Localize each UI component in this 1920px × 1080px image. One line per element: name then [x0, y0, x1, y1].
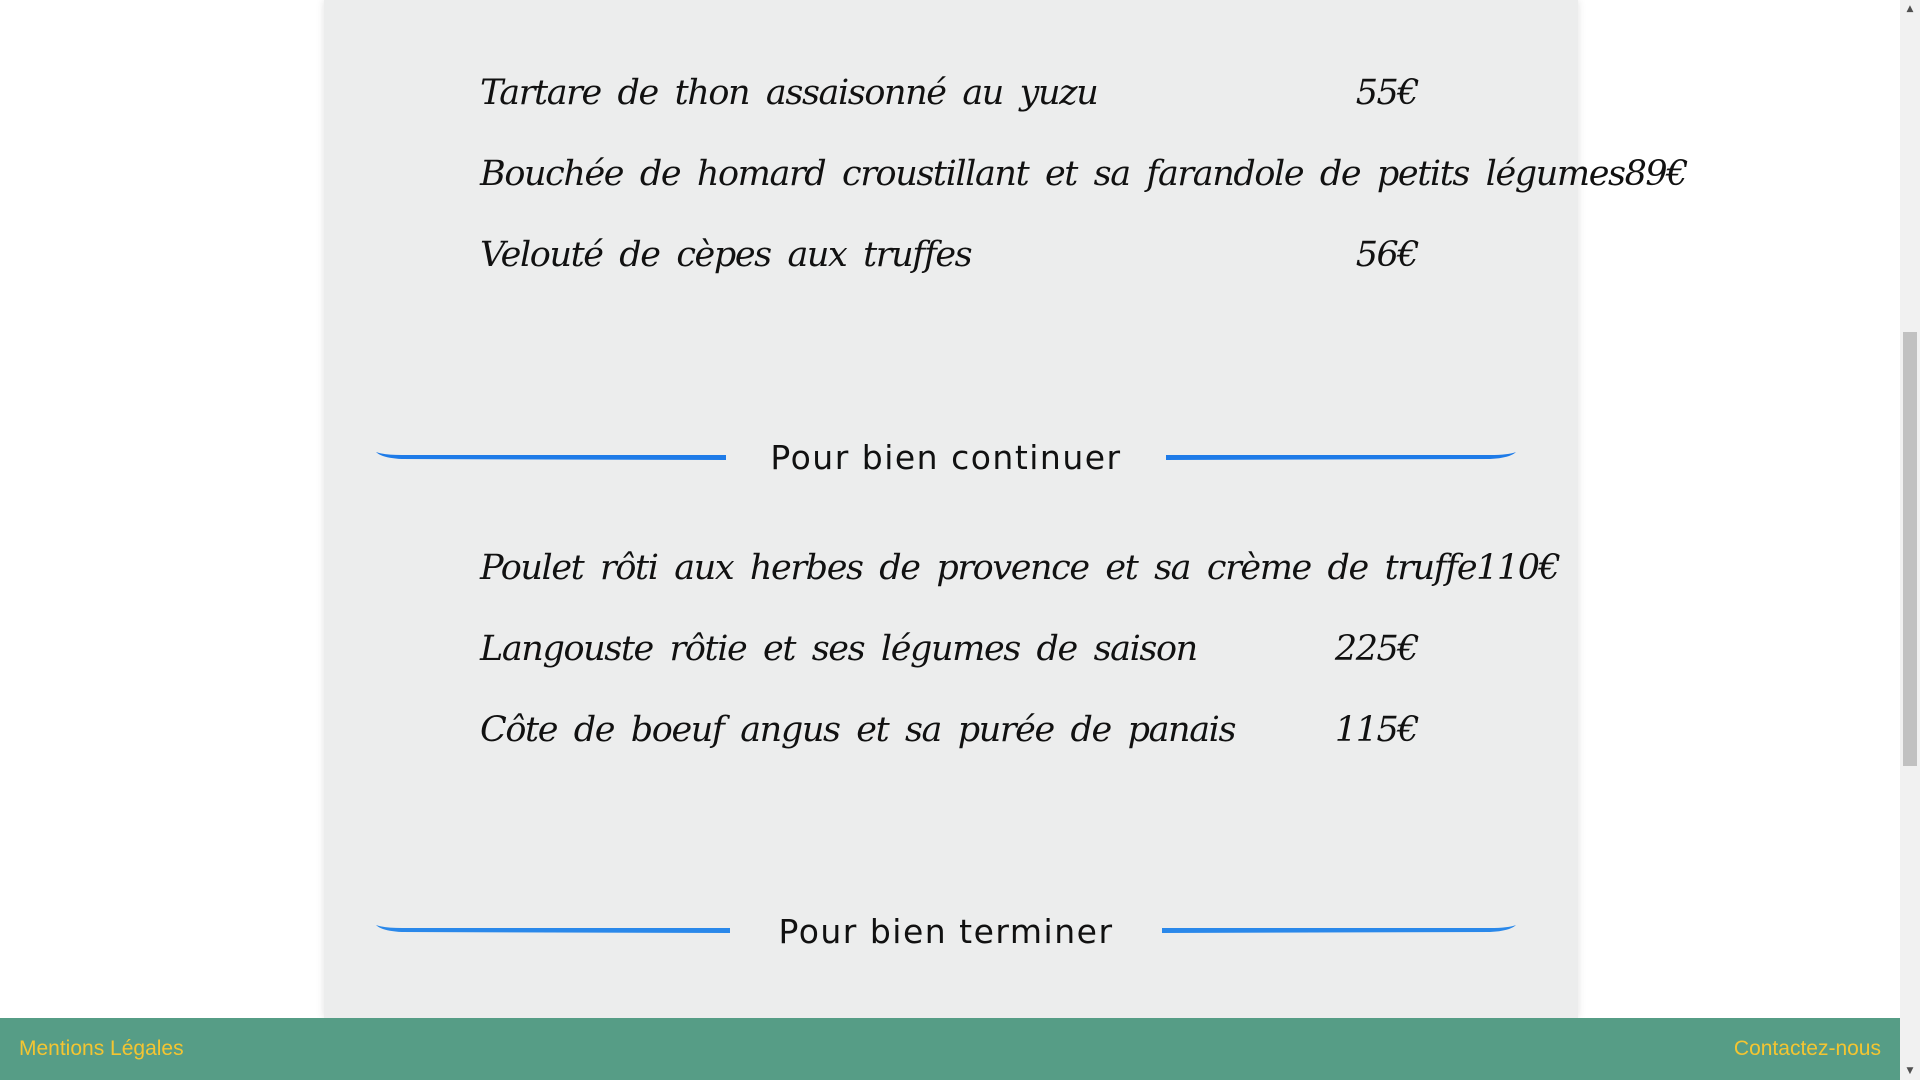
vertical-scrollbar[interactable]: ▲ ▼	[1900, 0, 1920, 1080]
menu-card: Tartare de thon assaisonné au yuzu 55€ B…	[324, 0, 1688, 1018]
scroll-down-arrow-icon[interactable]: ▼	[1900, 1062, 1920, 1080]
page: Tartare de thon assaisonné au yuzu 55€ B…	[0, 0, 1920, 1080]
legal-notice-link[interactable]: Mentions Légales	[19, 1018, 184, 1080]
dish-item: Bouchée de homard croustillant et sa far…	[480, 133, 1688, 214]
starter-list: Tartare de thon assaisonné au yuzu 55€ B…	[480, 52, 1688, 295]
section-heading-finish: Pour bien terminer	[376, 908, 1516, 956]
dish-price: 115€	[1334, 709, 1420, 750]
dish-name: Tartare de thon assaisonné au yuzu	[480, 72, 1099, 113]
dish-item: Côte de boeuf angus et sa purée de panai…	[480, 689, 1420, 770]
dish-name: Bouchée de homard croustillant et sa far…	[480, 153, 1626, 194]
scroll-up-arrow-icon[interactable]: ▲	[1900, 0, 1920, 18]
dish-price: 56€	[1355, 234, 1420, 275]
dish-name: Velouté de cèpes aux truffes	[480, 234, 973, 275]
footer: Mentions Légales Contactez-nous	[0, 1018, 1900, 1080]
main-course-list: Poulet rôti aux herbes de provence et sa…	[480, 527, 1561, 770]
dish-item: Tartare de thon assaisonné au yuzu 55€	[480, 52, 1420, 133]
dish-name: Côte de boeuf angus et sa purée de panai…	[480, 709, 1236, 750]
dish-price: 55€	[1355, 72, 1420, 113]
dish-price: 225€	[1334, 628, 1420, 669]
section-heading-continue: Pour bien continuer	[376, 434, 1516, 482]
scrollbar-thumb[interactable]	[1903, 332, 1917, 766]
dish-price: 110€	[1476, 547, 1561, 588]
section-title: Pour bien terminer	[778, 912, 1114, 951]
dish-item: Poulet rôti aux herbes de provence et sa…	[480, 527, 1561, 608]
section-title: Pour bien continuer	[770, 438, 1122, 477]
dish-name: Langouste rôtie et ses légumes de saison	[480, 628, 1198, 669]
contact-link[interactable]: Contactez-nous	[1734, 1018, 1881, 1080]
dish-item: Velouté de cèpes aux truffes 56€	[480, 214, 1420, 295]
dish-price: 89€	[1624, 153, 1689, 194]
dish-item: Langouste rôtie et ses légumes de saison…	[480, 608, 1420, 689]
dish-name: Poulet rôti aux herbes de provence et sa…	[480, 547, 1478, 588]
